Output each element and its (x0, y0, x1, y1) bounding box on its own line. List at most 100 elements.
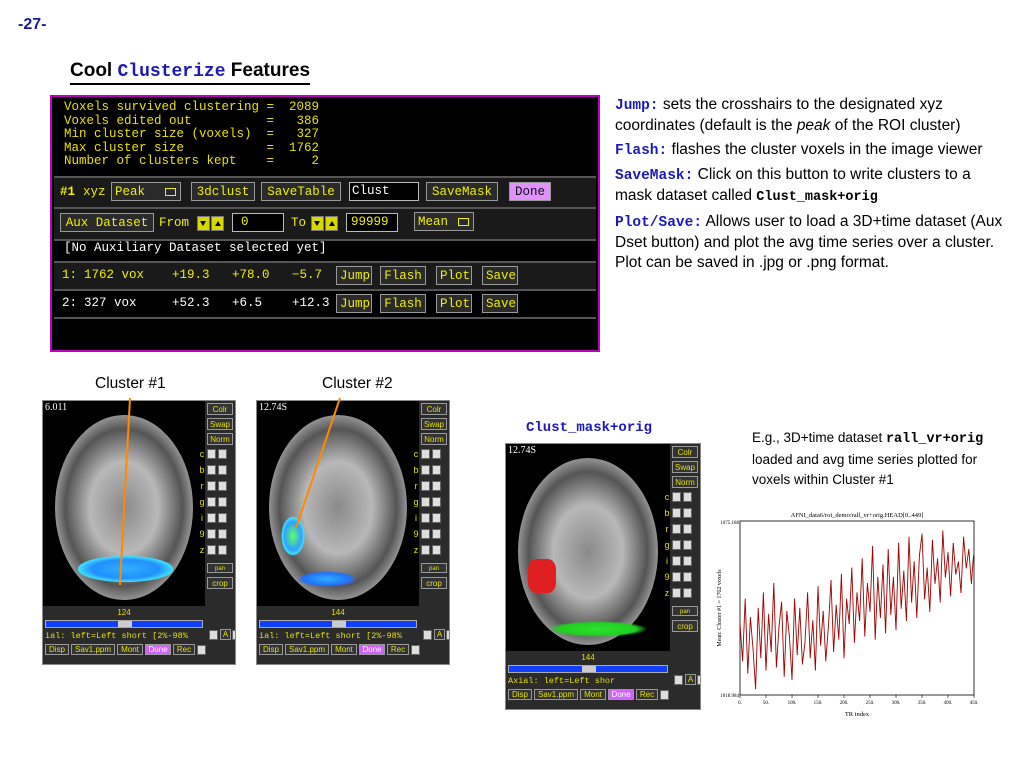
data-point (853, 641, 855, 643)
data-point (801, 663, 803, 665)
data-point (830, 579, 832, 581)
data-point (755, 688, 757, 690)
data-point (874, 638, 876, 640)
data-point (905, 620, 907, 622)
data-point (843, 657, 845, 659)
data-point (866, 582, 868, 584)
data-point (939, 601, 941, 603)
y-tick-label: 1018.984 (720, 694, 739, 699)
data-point (749, 617, 751, 619)
timeseries-chart: AFNI_data6/roi_demo/rall_vr+orig.HEAD[0.… (717, 512, 979, 718)
data-point (926, 567, 928, 569)
data-point (887, 548, 889, 550)
data-point (877, 576, 879, 578)
data-point (783, 675, 785, 677)
data-point (757, 607, 759, 609)
data-point (846, 598, 848, 600)
data-point (739, 623, 741, 625)
data-point (820, 644, 822, 646)
cluster1-pointer (119, 397, 131, 586)
data-point (791, 678, 793, 680)
data-point (835, 604, 837, 606)
plot-frame (739, 520, 975, 696)
data-point (809, 657, 811, 659)
data-point (931, 539, 933, 541)
data-point (864, 635, 866, 637)
data-point (765, 669, 767, 671)
data-point (770, 651, 772, 653)
data-point (890, 613, 892, 615)
data-point (872, 545, 874, 547)
data-point (921, 533, 923, 535)
data-point (882, 564, 884, 566)
data-point (859, 620, 861, 622)
data-point (960, 592, 962, 594)
data-point (788, 635, 790, 637)
y-tick-label: 1075.188 (720, 521, 739, 526)
data-point (775, 666, 777, 668)
data-point (903, 570, 905, 572)
data-point (825, 660, 827, 662)
x-tick-label: 300. (892, 701, 901, 706)
data-point (744, 598, 746, 600)
x-tick-label: 450. (970, 701, 979, 706)
data-point (952, 542, 954, 544)
data-point (869, 610, 871, 612)
x-tick-label: 100. (788, 701, 797, 706)
data-point (807, 592, 809, 594)
data-point (916, 617, 918, 619)
data-point (822, 610, 824, 612)
data-point (814, 669, 816, 671)
data-point (898, 542, 900, 544)
data-point (848, 623, 850, 625)
data-point (950, 595, 952, 597)
x-tick-label: 400. (944, 701, 953, 706)
data-point (762, 592, 764, 594)
data-point (942, 530, 944, 532)
data-point (934, 582, 936, 584)
data-point (794, 598, 796, 600)
data-point (760, 657, 762, 659)
data-point (937, 558, 939, 560)
graph-caption: E.g., 3D+time dataset rall_vr+orig loade… (752, 430, 984, 487)
data-point (913, 561, 915, 563)
data-point (773, 582, 775, 584)
data-point (947, 552, 949, 554)
data-point (752, 648, 754, 650)
data-point (955, 573, 957, 575)
y-axis-label: Mean: Cluster #1 = 1762 voxels (717, 569, 723, 647)
data-point (840, 573, 842, 575)
cluster2-pointer (295, 397, 341, 529)
data-point (879, 617, 881, 619)
data-point (924, 598, 926, 600)
data-point (827, 626, 829, 628)
data-point (963, 536, 965, 538)
data-point (812, 620, 814, 622)
data-point (970, 582, 972, 584)
data-point (851, 567, 853, 569)
data-point (781, 601, 783, 603)
data-point (796, 654, 798, 656)
data-point (895, 629, 897, 631)
data-point (861, 558, 863, 560)
x-tick-label: 200. (840, 701, 849, 706)
data-point (972, 555, 974, 557)
data-point (965, 567, 967, 569)
data-point (817, 586, 819, 588)
data-point (778, 626, 780, 628)
data-point (799, 607, 801, 609)
data-point (786, 610, 788, 612)
data-point (957, 561, 959, 563)
data-point (833, 651, 835, 653)
data-point (742, 660, 744, 662)
data-point (968, 548, 970, 550)
data-point (856, 592, 858, 594)
data-point (918, 555, 920, 557)
data-point (900, 607, 902, 609)
data-point (747, 672, 749, 674)
data-point (944, 576, 946, 578)
x-tick-label: 50. (763, 701, 769, 706)
x-tick-label: 250. (866, 701, 875, 706)
data-point (908, 536, 910, 538)
chart-title: AFNI_data6/roi_demo/rall_vr+orig.HEAD[0.… (791, 512, 924, 519)
